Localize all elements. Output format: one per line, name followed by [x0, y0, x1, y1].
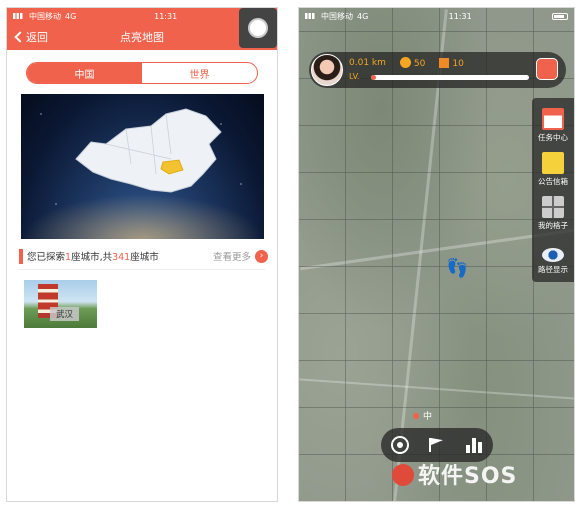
- logo-icon: [392, 464, 414, 486]
- grid-icon: [542, 196, 564, 218]
- view-more-label: 查看更多: [212, 252, 251, 263]
- explore-summary: 您已探索1座城市,共341座城市 查看更多 ›: [7, 247, 277, 265]
- tab-china[interactable]: 中国: [27, 63, 142, 83]
- ranking-icon: [466, 437, 483, 453]
- status-bar: 中国移动 4G 11:31: [299, 8, 574, 24]
- location-label: 中: [423, 412, 433, 422]
- flag-stat: 10: [439, 57, 464, 69]
- region-tabs: 中国 世界: [26, 62, 258, 84]
- explore-middle: 座城市,共: [71, 252, 113, 263]
- side-item-task-center[interactable]: 任务中心: [532, 102, 574, 146]
- coin-stat: 50: [399, 57, 426, 69]
- side-item-label: 我的格子: [538, 221, 568, 230]
- coin-value: 50: [413, 59, 426, 69]
- level-label: LV.: [349, 72, 360, 81]
- locate-button[interactable]: [388, 433, 412, 457]
- gift-icon[interactable]: [536, 58, 558, 80]
- accent-bar: [19, 248, 23, 264]
- flag-value: 10: [452, 58, 464, 69]
- level-progress: [371, 75, 529, 80]
- side-item-label: 路径显示: [538, 265, 568, 274]
- city-name: 武汉: [50, 307, 80, 321]
- side-item-path-display[interactable]: 路径显示: [532, 234, 574, 278]
- side-item-label: 任务中心: [538, 133, 568, 142]
- avatar[interactable]: [311, 54, 343, 86]
- watermark-logo: 软件SOS: [392, 458, 517, 490]
- record-icon: [248, 18, 268, 38]
- flag-icon: [428, 438, 445, 452]
- hud-stats: 0.01 km 50 10: [349, 57, 464, 69]
- city-card[interactable]: 武汉: [24, 280, 97, 328]
- side-item-label: 公告信箱: [538, 177, 568, 186]
- distance-stat: 0.01 km: [349, 58, 386, 68]
- location-marker-icon: [413, 413, 419, 419]
- side-item-my-grid[interactable]: 我的格子: [532, 190, 574, 234]
- coin-icon: [399, 57, 411, 68]
- distance-unit: km: [371, 58, 386, 68]
- phone-grid-map: 中国移动 4G 11:31 0.01 km 50 10 LV. 任务中心 公告信箱…: [298, 7, 575, 502]
- ranking-button[interactable]: [462, 433, 486, 457]
- china-map-image[interactable]: [20, 94, 264, 239]
- divider: [19, 269, 265, 270]
- battery-icon: [551, 12, 568, 20]
- bottom-toolbar: [381, 428, 493, 462]
- footprint-icon: 👣: [446, 258, 469, 279]
- status-bar: 中国移动 4G 11:31: [7, 8, 277, 24]
- watermark-text: 软件SOS: [418, 464, 518, 489]
- nav-bar: 返回 点亮地图: [7, 24, 277, 50]
- carrier-label: 中国移动: [29, 11, 61, 21]
- flag-button[interactable]: [425, 433, 449, 457]
- task-icon: [542, 108, 564, 130]
- china-outline: [74, 108, 222, 193]
- back-button[interactable]: 返回: [7, 29, 48, 45]
- distance-value: 0.01: [349, 58, 370, 68]
- phone-light-map: 中国移动 4G 11:31 返回 点亮地图 中国 世界 您已探索1座城市,共34…: [6, 7, 278, 502]
- explore-text: 您已探索1座城市,共341座城市: [27, 249, 159, 263]
- player-hud: 0.01 km 50 10 LV.: [309, 52, 566, 88]
- record-button[interactable]: [239, 8, 277, 48]
- chevron-left-icon: [14, 31, 26, 43]
- view-more-link[interactable]: 查看更多 ›: [213, 249, 268, 263]
- side-item-mailbox[interactable]: 公告信箱: [532, 146, 574, 190]
- signal-icon: [305, 13, 317, 19]
- network-label: 4G: [357, 11, 369, 21]
- network-label: 4G: [65, 11, 77, 21]
- tab-world[interactable]: 世界: [142, 63, 257, 83]
- flag-count-icon: [439, 57, 450, 68]
- explore-suffix: 座城市: [130, 252, 159, 263]
- explore-prefix: 您已探索: [27, 252, 66, 263]
- status-time: 11:31: [448, 11, 472, 21]
- screenshot-root: 中国移动 4G 11:31 返回 点亮地图 中国 世界 您已探索1座城市,共34…: [0, 0, 582, 507]
- signal-icon: [13, 13, 25, 19]
- chevron-right-icon: ›: [255, 249, 268, 263]
- total-count: 341: [112, 252, 131, 263]
- locate-icon: [390, 436, 409, 454]
- eye-icon: [542, 248, 564, 262]
- status-time: 11:31: [154, 11, 178, 21]
- mailbox-icon: [542, 152, 564, 174]
- back-label: 返回: [26, 31, 48, 44]
- earth-lights-decoration: [20, 194, 264, 239]
- level-progress-fill: [371, 75, 376, 80]
- carrier-label: 中国移动: [321, 11, 353, 21]
- side-menu: 任务中心 公告信箱 我的格子 路径显示: [532, 98, 574, 282]
- header-area: 中国移动 4G 11:31 返回 点亮地图: [7, 8, 277, 50]
